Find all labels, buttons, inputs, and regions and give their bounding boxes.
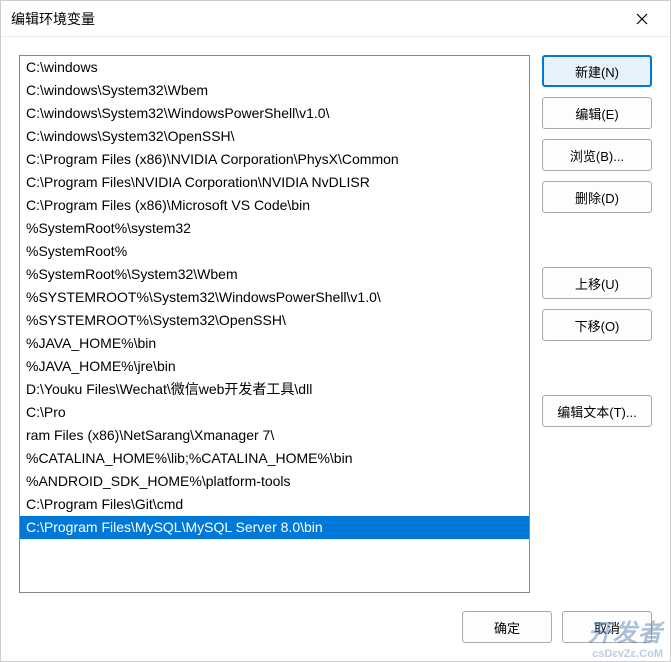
list-item[interactable]: C:\windows <box>20 56 529 79</box>
list-item[interactable]: %ANDROID_SDK_HOME%\platform-tools <box>20 470 529 493</box>
titlebar: 编辑环境变量 <box>1 1 670 37</box>
spacer <box>542 223 652 257</box>
close-icon <box>636 13 648 25</box>
list-item[interactable]: %JAVA_HOME%\jre\bin <box>20 355 529 378</box>
window-title: 编辑环境变量 <box>11 9 624 29</box>
edit-button[interactable]: 编辑(E) <box>542 97 652 129</box>
list-item[interactable]: C:\windows\System32\OpenSSH\ <box>20 125 529 148</box>
list-item[interactable]: %SYSTEMROOT%\System32\OpenSSH\ <box>20 309 529 332</box>
list-item[interactable]: %SystemRoot% <box>20 240 529 263</box>
list-item[interactable]: C:\Pro <box>20 401 529 424</box>
spacer <box>542 351 652 385</box>
side-buttons: 新建(N) 编辑(E) 浏览(B)... 删除(D) 上移(U) 下移(O) 编… <box>542 55 652 593</box>
list-item[interactable]: %CATALINA_HOME%\lib;%CATALINA_HOME%\bin <box>20 447 529 470</box>
dialog-body: C:\windowsC:\windows\System32\WbemC:\win… <box>1 37 670 593</box>
dialog-footer: 确定 取消 <box>1 593 670 661</box>
list-item[interactable]: %SYSTEMROOT%\System32\WindowsPowerShell\… <box>20 286 529 309</box>
list-item[interactable]: C:\windows\System32\Wbem <box>20 79 529 102</box>
list-item[interactable]: %SystemRoot%\system32 <box>20 217 529 240</box>
path-listbox[interactable]: C:\windowsC:\windows\System32\WbemC:\win… <box>19 55 530 593</box>
dialog-window: 编辑环境变量 C:\windowsC:\windows\System32\Wbe… <box>0 0 671 662</box>
list-wrap: C:\windowsC:\windows\System32\WbemC:\win… <box>19 55 530 593</box>
close-button[interactable] <box>624 1 660 37</box>
list-item[interactable]: %JAVA_HOME%\bin <box>20 332 529 355</box>
list-item[interactable]: ram Files (x86)\NetSarang\Xmanager 7\ <box>20 424 529 447</box>
list-item[interactable]: %SystemRoot%\System32\Wbem <box>20 263 529 286</box>
list-item[interactable]: C:\Program Files (x86)\NVIDIA Corporatio… <box>20 148 529 171</box>
browse-button[interactable]: 浏览(B)... <box>542 139 652 171</box>
list-item[interactable]: C:\Program Files\NVIDIA Corporation\NVID… <box>20 171 529 194</box>
new-button[interactable]: 新建(N) <box>542 55 652 87</box>
list-item[interactable]: C:\Program Files (x86)\Microsoft VS Code… <box>20 194 529 217</box>
cancel-button[interactable]: 取消 <box>562 611 652 643</box>
list-item[interactable]: C:\windows\System32\WindowsPowerShell\v1… <box>20 102 529 125</box>
ok-button[interactable]: 确定 <box>462 611 552 643</box>
move-down-button[interactable]: 下移(O) <box>542 309 652 341</box>
list-item[interactable]: C:\Program Files\MySQL\MySQL Server 8.0\… <box>20 516 529 539</box>
list-item[interactable]: D:\Youku Files\Wechat\微信web开发者工具\dll <box>20 378 529 401</box>
list-item[interactable]: C:\Program Files\Git\cmd <box>20 493 529 516</box>
edit-text-button[interactable]: 编辑文本(T)... <box>542 395 652 427</box>
move-up-button[interactable]: 上移(U) <box>542 267 652 299</box>
delete-button[interactable]: 删除(D) <box>542 181 652 213</box>
